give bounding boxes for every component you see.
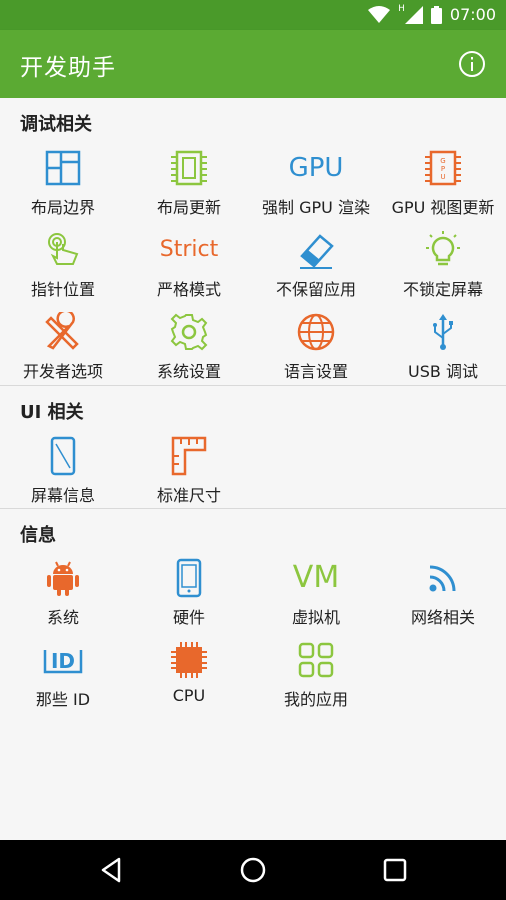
- tile-label: GPU 视图更新: [391, 198, 495, 217]
- tile-label: 布局边界: [30, 198, 95, 217]
- strict-text-icon: Strict: [159, 237, 219, 262]
- tile-label: 不锁定屏幕: [402, 280, 483, 299]
- tile-network[interactable]: 网络相关: [380, 558, 506, 640]
- tile-layout-bounds[interactable]: 布局边界: [0, 148, 126, 230]
- layout-update-icon: [171, 150, 207, 186]
- tile-label: 强制 GPU 渲染: [262, 198, 370, 217]
- tile-label: 开发者选项: [22, 362, 103, 381]
- tile-screen-info[interactable]: 屏幕信息: [0, 436, 126, 518]
- wifi-icon: [368, 5, 391, 23]
- gear-icon: [170, 313, 208, 351]
- tile-language-settings[interactable]: 语言设置: [253, 312, 379, 394]
- tile-label: 我的应用: [283, 690, 348, 709]
- tile-pointer-location[interactable]: 指针位置: [0, 230, 126, 312]
- tile-dont-keep-activities[interactable]: 不保留应用: [253, 230, 379, 312]
- tile-layout-update[interactable]: 布局更新: [126, 148, 252, 230]
- tile-strict-mode[interactable]: Strict 严格模式: [126, 230, 252, 312]
- navigation-bar: [0, 840, 506, 900]
- app-title: 开发助手: [20, 55, 116, 81]
- phone-icon: [176, 558, 202, 598]
- tile-label: 网络相关: [410, 608, 475, 627]
- clock: 07:00: [449, 5, 496, 24]
- tile-system-settings[interactable]: 系统设置: [126, 312, 252, 394]
- usb-icon: [433, 314, 453, 350]
- cell-signal-icon: [404, 5, 423, 24]
- tile-ids[interactable]: ID 那些 ID: [0, 640, 126, 722]
- svg-text:P: P: [441, 165, 445, 173]
- tile-system[interactable]: 系统: [0, 558, 126, 640]
- tools-icon: [45, 312, 79, 350]
- android-icon: [47, 561, 79, 596]
- battery-icon: [430, 5, 442, 24]
- tile-label: 系统设置: [156, 362, 221, 381]
- layout-bounds-icon: [45, 150, 81, 186]
- tile-label: 指针位置: [30, 280, 95, 299]
- tile-virtual-machine[interactable]: VM 虚拟机: [253, 558, 379, 640]
- status-icons: H 07:00: [368, 3, 496, 24]
- apps-grid-icon: [298, 642, 334, 678]
- section-divider: [0, 385, 506, 386]
- tile-my-apps[interactable]: 我的应用: [253, 640, 379, 722]
- cpu-chip-icon: [171, 642, 207, 678]
- tile-label: USB 调试: [408, 362, 478, 381]
- section-title-ui: UI 相关: [20, 402, 84, 423]
- network-type-label: H: [398, 3, 405, 14]
- tile-label: 硬件: [172, 608, 205, 627]
- tile-stay-awake[interactable]: 不锁定屏幕: [380, 230, 506, 312]
- tile-label: 布局更新: [156, 198, 221, 217]
- gpu-text-icon: GPU: [288, 153, 344, 183]
- tile-standard-sizes[interactable]: 标准尺寸: [126, 436, 252, 518]
- status-bar: H 07:00: [0, 0, 506, 30]
- home-icon[interactable]: [238, 855, 268, 885]
- back-icon[interactable]: [97, 855, 127, 885]
- section-title-debug: 调试相关: [20, 114, 92, 135]
- tile-label: 严格模式: [156, 280, 221, 299]
- tile-cpu[interactable]: CPU: [126, 640, 252, 722]
- info-icon[interactable]: [458, 50, 486, 78]
- id-card-icon: ID: [43, 649, 83, 674]
- tile-label: 屏幕信息: [30, 486, 95, 505]
- tile-force-gpu[interactable]: GPU 强制 GPU 渲染: [253, 148, 379, 230]
- tile-developer-options[interactable]: 开发者选项: [0, 312, 126, 394]
- tile-gpu-view-update[interactable]: G P U GPU 视图更新: [380, 148, 506, 230]
- section-divider: [0, 508, 506, 509]
- tile-hardware[interactable]: 硬件: [126, 558, 252, 640]
- ruler-icon: [171, 436, 207, 476]
- tile-usb-debugging[interactable]: USB 调试: [380, 312, 506, 394]
- tile-label: 虚拟机: [291, 608, 340, 627]
- section-title-info: 信息: [20, 525, 56, 546]
- tile-label: 不保留应用: [275, 280, 356, 299]
- svg-text:U: U: [440, 173, 445, 181]
- tile-label: 系统: [46, 608, 79, 627]
- tile-label: 那些 ID: [35, 690, 91, 709]
- tile-label: 标准尺寸: [156, 486, 221, 505]
- svg-text:ID: ID: [51, 649, 75, 673]
- app-bar: 开发助手: [0, 30, 506, 98]
- tile-label: 语言设置: [283, 362, 348, 381]
- rss-icon: [429, 565, 456, 592]
- vm-text-icon: VM: [292, 560, 340, 595]
- svg-text:G: G: [440, 157, 445, 165]
- eraser-icon: [300, 234, 334, 269]
- main-content: 调试相关 布局边界 布局更新 GPU 强制 GPU 渲染 G P U GPU 视…: [0, 98, 506, 840]
- tile-label: CPU: [172, 686, 206, 705]
- recents-icon[interactable]: [380, 855, 410, 885]
- gpu-chip-icon: G P U: [425, 150, 461, 186]
- light-bulb-icon: [426, 231, 460, 266]
- globe-icon: [297, 313, 335, 351]
- phone-screen-icon: [50, 436, 76, 476]
- touch-pointer-icon: [48, 233, 79, 265]
